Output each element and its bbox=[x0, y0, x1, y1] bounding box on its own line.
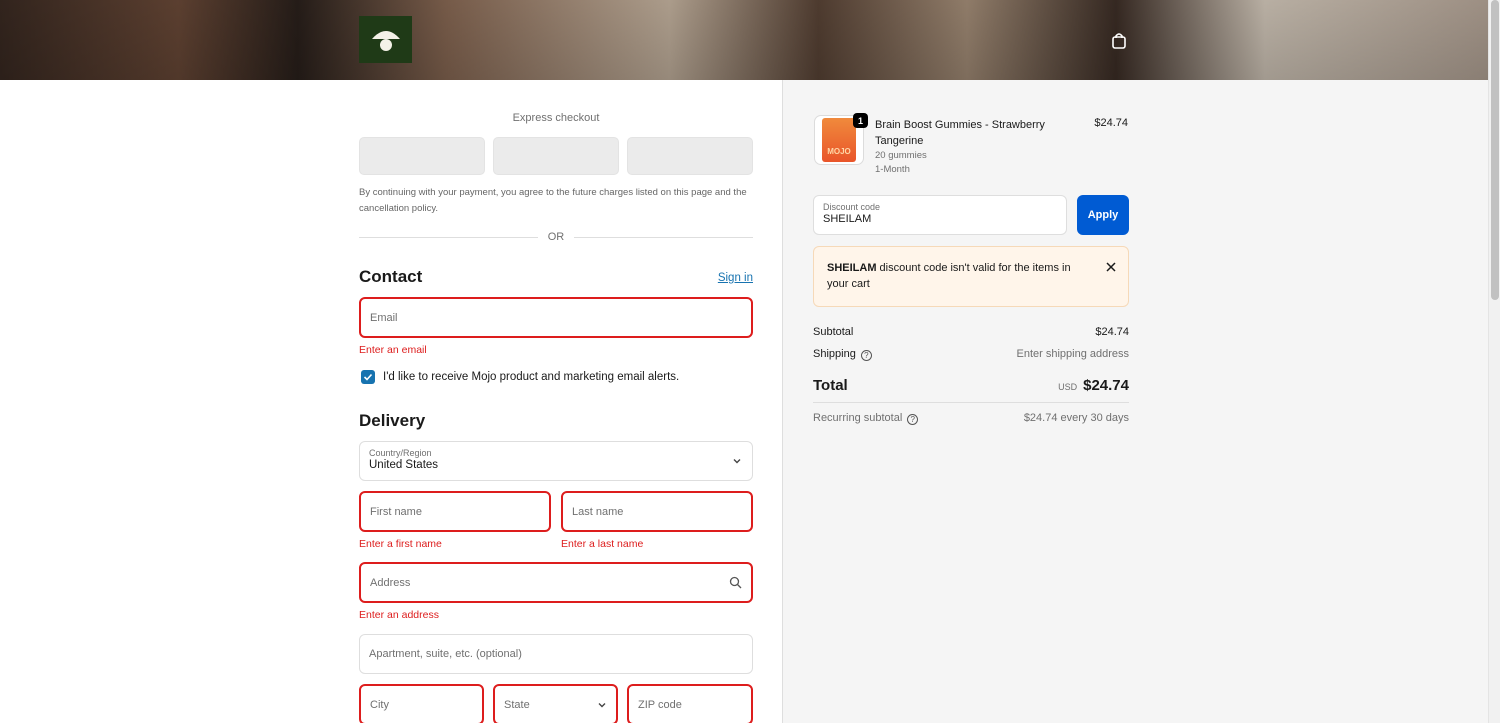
payment-consent-text: By continuing with your payment, you agr… bbox=[359, 187, 747, 214]
help-icon[interactable]: ? bbox=[907, 414, 919, 425]
product-variant: 20 gummies bbox=[875, 150, 927, 161]
express-pay-button-1[interactable] bbox=[359, 137, 485, 175]
express-pay-button-2[interactable] bbox=[493, 137, 619, 175]
close-icon[interactable] bbox=[1106, 262, 1116, 272]
apply-button[interactable]: Apply bbox=[1077, 195, 1129, 235]
scrollbar-thumb[interactable] bbox=[1491, 0, 1499, 300]
recurring-value: $24.74 every 30 days bbox=[1023, 412, 1129, 424]
last-name-field[interactable]: Last name bbox=[561, 491, 753, 532]
last-name-placeholder: Last name bbox=[572, 505, 624, 518]
subtotal-label: Subtotal bbox=[813, 326, 854, 338]
state-select[interactable]: State bbox=[493, 684, 618, 723]
city-field[interactable]: City bbox=[359, 684, 484, 723]
marketing-checkbox[interactable] bbox=[361, 370, 375, 384]
email-error: Enter an email bbox=[359, 344, 427, 356]
checkmark-icon bbox=[363, 373, 373, 381]
mushroom-logo[interactable] bbox=[359, 16, 412, 63]
header-banner bbox=[0, 0, 1488, 80]
first-name-placeholder: First name bbox=[370, 505, 422, 518]
marketing-label: I'd like to receive Mojo product and mar… bbox=[383, 371, 680, 383]
express-checkout-title: Express checkout bbox=[512, 112, 600, 124]
chevron-down-icon bbox=[733, 459, 741, 464]
address-field[interactable]: Address bbox=[359, 562, 753, 603]
shopping-bag-icon[interactable] bbox=[1110, 32, 1128, 50]
package-label: MOJO bbox=[827, 147, 851, 156]
subtotal-value: $24.74 bbox=[1095, 326, 1129, 338]
recurring-label: Recurring subtotal bbox=[813, 412, 903, 424]
product-plan: 1-Month bbox=[875, 164, 910, 175]
quantity-badge: 1 bbox=[853, 113, 868, 128]
city-placeholder: City bbox=[370, 698, 389, 711]
total-divider bbox=[813, 402, 1129, 403]
apartment-placeholder: Apartment, suite, etc. (optional) bbox=[369, 648, 522, 660]
delivery-title: Delivery bbox=[359, 411, 426, 430]
marketing-opt-in[interactable]: I'd like to receive Mojo product and mar… bbox=[361, 370, 679, 384]
discount-value: SHEILAM bbox=[823, 213, 872, 225]
first-name-field[interactable]: First name bbox=[359, 491, 551, 532]
total-label: Total bbox=[813, 377, 848, 394]
total-row: Total USD $24.74 bbox=[813, 377, 1129, 395]
discount-code-field[interactable]: Discount code SHEILAM bbox=[813, 195, 1067, 235]
chevron-down-icon bbox=[598, 702, 606, 707]
sign-in-link[interactable]: Sign in bbox=[718, 272, 753, 284]
country-select[interactable]: Country/Region United States bbox=[359, 441, 753, 481]
country-label: Country/Region bbox=[369, 448, 432, 458]
apartment-field[interactable]: Apartment, suite, etc. (optional) bbox=[359, 634, 753, 674]
email-placeholder: Email bbox=[370, 311, 398, 324]
order-summary: MOJO 1 Brain Boost Gummies - Strawberry … bbox=[782, 80, 1488, 723]
help-icon[interactable]: ? bbox=[860, 350, 872, 361]
country-value: United States bbox=[369, 459, 439, 471]
product-price: $24.74 bbox=[1094, 117, 1128, 129]
express-buttons bbox=[359, 137, 753, 175]
email-field[interactable]: Email bbox=[359, 297, 753, 338]
shipping-row: Shipping? Enter shipping address bbox=[813, 348, 1129, 361]
product-name: Brain Boost Gummies - Strawberry Tangeri… bbox=[875, 119, 1045, 147]
recurring-row: Recurring subtotal? $24.74 every 30 days bbox=[813, 412, 1129, 425]
total-currency: USD bbox=[1058, 382, 1078, 392]
discount-invalid-notice: SHEILAM discount code isn't valid for th… bbox=[813, 246, 1129, 307]
last-name-error: Enter a last name bbox=[561, 538, 644, 550]
mushroom-icon bbox=[371, 30, 400, 51]
total-value: $24.74 bbox=[1083, 377, 1129, 394]
state-placeholder: State bbox=[504, 698, 530, 711]
discount-label: Discount code bbox=[823, 202, 881, 212]
address-error: Enter an address bbox=[359, 609, 439, 621]
first-name-error: Enter a first name bbox=[359, 538, 442, 550]
subtotal-row: Subtotal $24.74 bbox=[813, 326, 1129, 338]
shipping-label: Shipping bbox=[813, 348, 856, 360]
express-pay-button-3[interactable] bbox=[627, 137, 753, 175]
or-divider: OR bbox=[359, 231, 753, 243]
search-icon bbox=[729, 576, 742, 589]
address-placeholder: Address bbox=[370, 576, 411, 589]
zip-placeholder: ZIP code bbox=[638, 698, 682, 711]
contact-title: Contact bbox=[359, 267, 423, 286]
page-scrollbar[interactable] bbox=[1488, 0, 1500, 723]
notice-code: SHEILAM bbox=[827, 262, 877, 274]
zip-field[interactable]: ZIP code bbox=[627, 684, 753, 723]
banner-photo bbox=[0, 0, 1488, 80]
shipping-value: Enter shipping address bbox=[1016, 348, 1129, 360]
